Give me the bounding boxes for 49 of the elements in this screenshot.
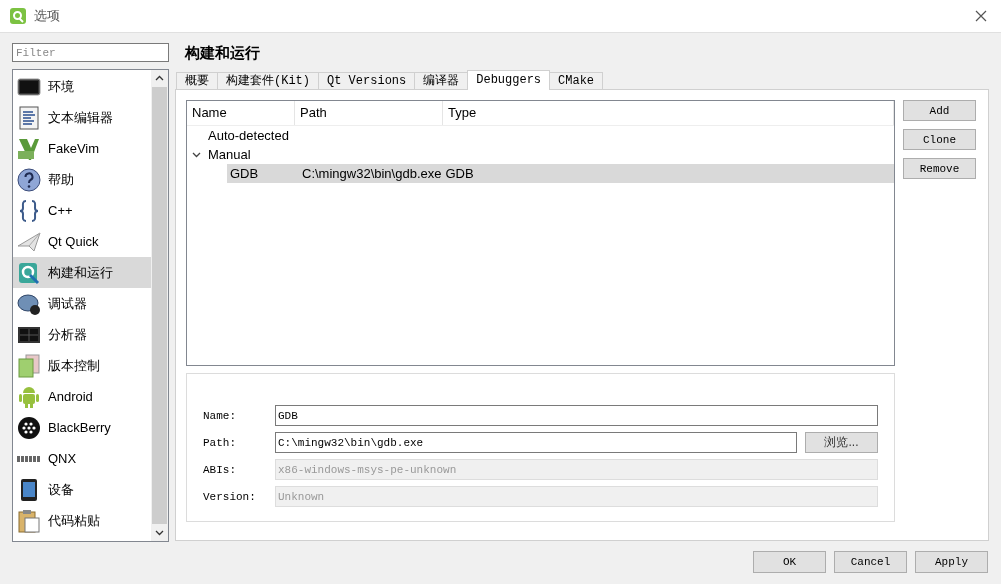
scrollbar-thumb[interactable] xyxy=(152,87,167,524)
category-item[interactable]: 环境 xyxy=(13,71,151,102)
tab[interactable]: CMake xyxy=(549,72,604,90)
category-item[interactable]: FakeVim xyxy=(13,133,151,164)
field-label: Path: xyxy=(203,436,237,449)
text-field[interactable]: C:\mingw32\bin\gdb.exe xyxy=(275,432,797,453)
table-cell-text: C:\mingw32\bin\gdb.exe xyxy=(301,166,442,181)
field-label: Name: xyxy=(203,409,237,422)
tab[interactable]: 构建套件(Kit) xyxy=(217,72,319,90)
category-item[interactable]: 调试器 xyxy=(13,288,151,319)
category-item[interactable]: C++ xyxy=(13,195,151,226)
tab[interactable]: 概要 xyxy=(176,72,218,90)
category-item[interactable]: 版本控制 xyxy=(13,350,151,381)
column-header[interactable]: Path xyxy=(295,101,443,125)
category-item[interactable]: 分析器 xyxy=(13,319,151,350)
window-title: 选项 xyxy=(34,7,60,25)
table-cell-text: GDB xyxy=(229,166,260,181)
table-cell-text: GDB xyxy=(444,166,474,181)
category-item[interactable]: Qt Quick xyxy=(13,226,151,257)
side-button[interactable]: Clone xyxy=(903,129,976,150)
category-item[interactable]: 代码粘贴 xyxy=(13,505,151,536)
close-icon[interactable] xyxy=(975,10,987,22)
column-header[interactable]: Type xyxy=(443,101,894,125)
category-item[interactable]: 设备 xyxy=(13,474,151,505)
page-title: 构建和运行 xyxy=(183,44,261,63)
field-label: Version: xyxy=(203,490,257,503)
field-label: ABIs: xyxy=(203,463,237,476)
category-item[interactable]: 帮助 xyxy=(13,164,151,195)
browse-button[interactable]: 浏览... xyxy=(805,432,878,453)
column-header[interactable]: Name xyxy=(187,101,295,125)
category-item[interactable]: 文本编辑器 xyxy=(13,102,151,133)
app-logo-icon xyxy=(10,8,26,24)
dialog-button[interactable]: Cancel xyxy=(834,551,907,573)
category-item[interactable]: BlackBerry xyxy=(13,412,151,443)
dialog-button[interactable]: OK xyxy=(753,551,826,573)
category-item[interactable]: Android xyxy=(13,381,151,412)
dialog-button[interactable]: Apply xyxy=(915,551,988,573)
tab[interactable]: Debuggers xyxy=(467,70,551,90)
chevron-down-icon[interactable] xyxy=(191,150,201,159)
category-item[interactable]: QNX xyxy=(13,443,151,474)
category-item[interactable]: 构建和运行 xyxy=(13,257,151,288)
tree-group-label[interactable]: Auto-detected xyxy=(205,128,289,143)
filter-field[interactable]: Filter xyxy=(12,43,169,62)
tab[interactable]: Qt Versions xyxy=(318,72,416,90)
text-field[interactable]: GDB xyxy=(275,405,878,426)
debugger-row[interactable]: GDB C:\mingw32\bin\gdb.exe GDB xyxy=(227,164,894,183)
side-button[interactable]: Add xyxy=(903,100,976,121)
tree-group-label[interactable]: Manual xyxy=(205,147,251,162)
side-button[interactable]: Remove xyxy=(903,158,976,179)
